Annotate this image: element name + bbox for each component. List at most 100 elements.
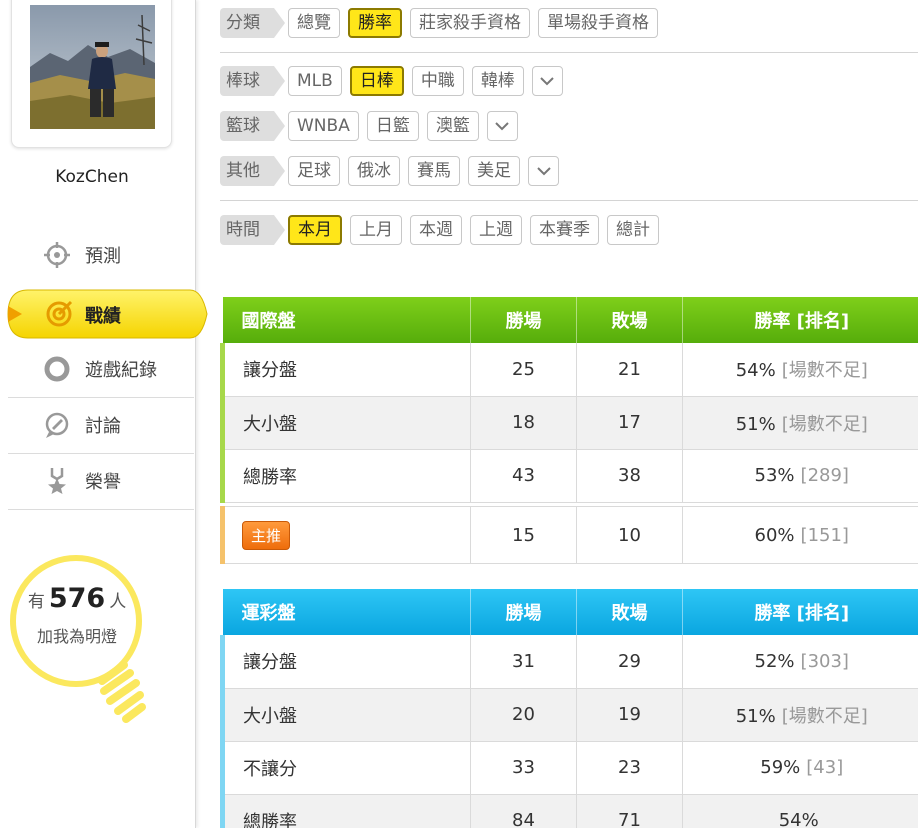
row-name: 讓分盤 <box>220 343 471 397</box>
wins-cell: 84 <box>470 794 577 828</box>
rate-value: 52% <box>754 650 795 672</box>
rate-value: 60% <box>754 524 795 546</box>
main-pick-badge: 主推 <box>242 520 291 550</box>
filter-label: 分類 <box>220 8 285 38</box>
chip-american-football[interactable]: 美足 <box>468 156 520 186</box>
divider <box>8 509 194 510</box>
losses-cell: 29 <box>576 635 683 689</box>
rank-value: [151] <box>800 524 849 546</box>
chip-total[interactable]: 總計 <box>607 215 659 245</box>
filter-label: 棒球 <box>220 66 285 96</box>
table-row: 不讓分 33 23 59% [43] <box>220 741 918 795</box>
row-name: 總勝率 <box>220 449 471 503</box>
chip-mlb[interactable]: MLB <box>288 66 342 96</box>
table-row: 讓分盤 25 21 54% [場數不足] <box>220 343 918 397</box>
rate-cell: 51% [場數不足] <box>682 688 918 742</box>
chevron-down-icon[interactable] <box>531 66 563 96</box>
chip-winrate[interactable]: 勝率 <box>348 8 402 38</box>
rank-value: [289] <box>800 465 849 486</box>
chip-jp-basketball[interactable]: 日籃 <box>366 111 419 141</box>
rate-value: 59% <box>760 757 801 778</box>
chip-last-month[interactable]: 上月 <box>350 215 402 245</box>
table-row: 主推 15 10 60% [151] <box>220 506 918 564</box>
wins-cell: 20 <box>470 688 577 742</box>
chip-football[interactable]: 足球 <box>288 156 340 186</box>
wins-cell: 43 <box>470 449 577 503</box>
main-pick-cell: 主推 <box>220 506 471 564</box>
sidebar-item-predict[interactable]: 預測 <box>8 228 194 282</box>
chip-overview[interactable]: 總覽 <box>288 8 340 38</box>
losses-cell: 19 <box>576 688 683 742</box>
row-name: 讓分盤 <box>220 635 471 689</box>
rate-value: 51% <box>735 705 776 727</box>
wins-cell: 18 <box>470 396 577 450</box>
category-filter: 分類 總覽 勝率 莊家殺手資格 單場殺手資格 <box>220 8 666 38</box>
sidebar-item-label: 榮譽 <box>85 472 121 493</box>
losses-cell: 71 <box>576 794 683 828</box>
table-row: 大小盤 18 17 51% [場數不足] <box>220 396 918 450</box>
column-header: 敗場 <box>576 589 683 635</box>
lottery-odds-table: 運彩盤 勝場 敗場 勝率 [排名] 讓分盤 31 29 52% [303] 大小盤… <box>220 589 918 828</box>
rate-value: 54% <box>735 360 776 382</box>
sidebar-item-game-log[interactable]: 遊戲紀錄 <box>8 342 194 396</box>
sidebar-item-record[interactable]: 戰績 <box>4 288 209 340</box>
chevron-down-icon[interactable] <box>528 156 559 186</box>
fans-caption: 加我為明燈 <box>36 627 117 646</box>
username[interactable]: KozChen <box>0 167 184 187</box>
rate-value: 54% <box>778 810 819 828</box>
rate-cell: 59% [43] <box>682 741 918 795</box>
wins-cell: 15 <box>470 506 577 564</box>
fans-number: 576 <box>48 583 106 614</box>
losses-cell: 23 <box>576 741 683 795</box>
column-header: 國際盤 <box>222 297 471 343</box>
rate-value: 53% <box>754 465 795 486</box>
rank-value: [43] <box>806 757 844 778</box>
chip-wnba[interactable]: WNBA <box>288 111 359 141</box>
sidebar-item-label: 預測 <box>85 246 121 267</box>
ring-icon <box>42 354 72 384</box>
chip-dealer-killer[interactable]: 莊家殺手資格 <box>410 8 530 38</box>
rate-cell: 53% [289] <box>682 449 918 503</box>
chip-kbo[interactable]: 韓棒 <box>471 66 524 96</box>
main-pick-table: 主推 15 10 60% [151] <box>220 506 918 564</box>
table-row: 大小盤 20 19 51% [場數不足] <box>220 688 918 742</box>
chip-hockey[interactable]: 俄冰 <box>348 156 400 186</box>
chip-single-killer[interactable]: 單場殺手資格 <box>538 8 658 38</box>
losses-cell: 38 <box>576 449 683 503</box>
chip-last-week[interactable]: 上週 <box>470 215 522 245</box>
rate-cell: 52% [303] <box>682 635 918 689</box>
filter-label: 籃球 <box>220 111 285 141</box>
chip-cpbl[interactable]: 中職 <box>411 66 464 96</box>
table-row: 總勝率 84 71 54% <box>220 794 918 828</box>
filter-label: 其他 <box>220 156 285 186</box>
chip-this-season[interactable]: 本賽季 <box>530 215 599 245</box>
rate-cell: 60% [151] <box>682 506 918 564</box>
column-header: 勝場 <box>470 297 577 343</box>
chat-icon <box>42 410 72 440</box>
sidebar-item-discuss[interactable]: 討論 <box>8 398 194 452</box>
time-filter: 時間 本月 上月 本週 上週 本賽季 總計 <box>220 215 667 245</box>
column-header: 勝率 [排名] <box>682 297 918 343</box>
chevron-down-icon[interactable] <box>486 111 518 141</box>
rate-cell: 54% [場數不足] <box>682 343 918 397</box>
avatar-frame <box>11 0 172 148</box>
sidebar: KozChen 預測 戰績 遊戲紀錄 討論 榮譽 有 576 人 加我為明燈 <box>0 0 208 828</box>
fans-count: 有 576 人 <box>0 583 154 614</box>
table-row: 總勝率 43 38 53% [289] <box>220 449 918 503</box>
chip-this-week[interactable]: 本週 <box>410 215 462 245</box>
row-name: 大小盤 <box>220 688 471 742</box>
other-filter: 其他 足球 俄冰 賽馬 美足 <box>220 156 559 186</box>
chip-horse-racing[interactable]: 賽馬 <box>408 156 460 186</box>
table-header: 運彩盤 勝場 敗場 勝率 [排名] <box>222 589 918 635</box>
chip-npb[interactable]: 日棒 <box>349 66 404 96</box>
fans-prefix: 有 <box>27 592 45 612</box>
rank-value: [場數不足] <box>781 705 868 727</box>
divider <box>220 52 918 53</box>
sidebar-item-honor[interactable]: 榮譽 <box>8 454 194 508</box>
chip-this-month[interactable]: 本月 <box>288 215 342 245</box>
target-icon <box>44 299 74 329</box>
medal-icon <box>42 466 72 496</box>
chip-au-basketball[interactable]: 澳籃 <box>426 111 479 141</box>
avatar[interactable] <box>30 5 155 129</box>
wins-cell: 33 <box>470 741 577 795</box>
